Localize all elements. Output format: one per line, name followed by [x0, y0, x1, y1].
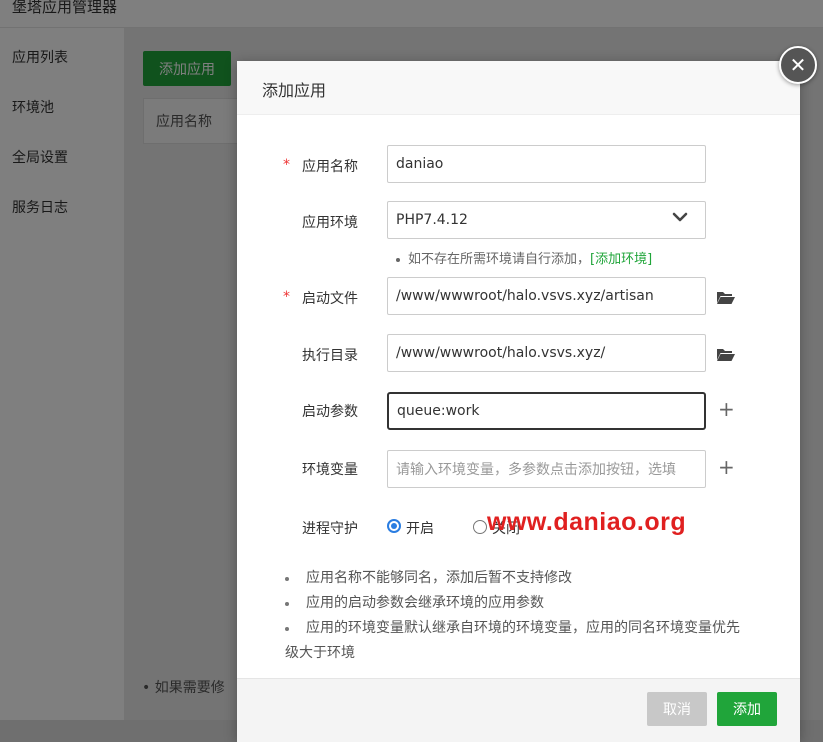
dialog-header: 添加应用 [237, 61, 800, 115]
add-env-link[interactable]: [添加环境] [590, 252, 652, 267]
app-env-label: 应用环境 [302, 215, 358, 231]
plus-icon[interactable]: + [718, 457, 735, 477]
plus-icon[interactable]: + [718, 399, 735, 419]
start-args-label: 启动参数 [302, 404, 358, 420]
required-mark: * [283, 157, 290, 173]
cancel-button[interactable]: 取消 [647, 692, 707, 726]
exec-dir-label: 执行目录 [302, 348, 358, 364]
daemon-off-radio[interactable] [473, 520, 487, 534]
bullet-icon [285, 602, 289, 606]
watermark: www.daniao.org [487, 508, 687, 536]
confirm-add-button[interactable]: 添加 [717, 692, 777, 726]
start-file-label: 启动文件 [302, 291, 358, 307]
folder-open-icon[interactable] [716, 346, 736, 362]
note-item: 应用名称不能够同名，添加后暂不支持修改 [285, 566, 780, 591]
dialog-title: 添加应用 [262, 81, 327, 100]
bullet-icon [285, 577, 289, 581]
start-args-input[interactable]: queue:work [387, 392, 706, 430]
app-name-input[interactable]: daniao [387, 145, 706, 183]
close-button[interactable]: ✕ [779, 46, 817, 84]
close-icon: ✕ [789, 53, 807, 77]
env-vars-label: 环境变量 [302, 462, 358, 478]
exec-dir-input[interactable]: /www/wwwroot/halo.vsvs.xyz/ [387, 334, 706, 372]
env-hint-text: 如不存在所需环境请自行添加， [408, 252, 591, 267]
start-file-input[interactable]: /www/wwwroot/halo.vsvs.xyz/artisan [387, 277, 706, 315]
daemon-label: 进程守护 [302, 521, 358, 537]
note-item-continued: 级大于环境 [285, 645, 355, 661]
env-hint: 如不存在所需环境请自行添加，[添加环境] [396, 248, 652, 267]
daemon-on-radio[interactable] [387, 519, 401, 533]
daemon-on-label[interactable]: 开启 [406, 518, 434, 538]
required-mark: * [283, 289, 290, 305]
note-item: 应用的启动参数会继承环境的应用参数 [285, 591, 780, 616]
bullet-icon [285, 627, 289, 631]
folder-open-icon[interactable] [716, 289, 736, 305]
bullet-icon [396, 257, 400, 262]
app-env-select[interactable]: PHP7.4.12 [387, 201, 706, 239]
dialog-footer [237, 678, 800, 742]
note-item: 应用的环境变量默认继承自环境的环境变量，应用的同名环境变量优先 [285, 616, 780, 641]
env-vars-input[interactable]: 请输入环境变量，多参数点击添加按钮，选填 [387, 450, 706, 488]
chevron-down-icon[interactable] [672, 209, 688, 225]
app-name-label: 应用名称 [302, 159, 358, 175]
